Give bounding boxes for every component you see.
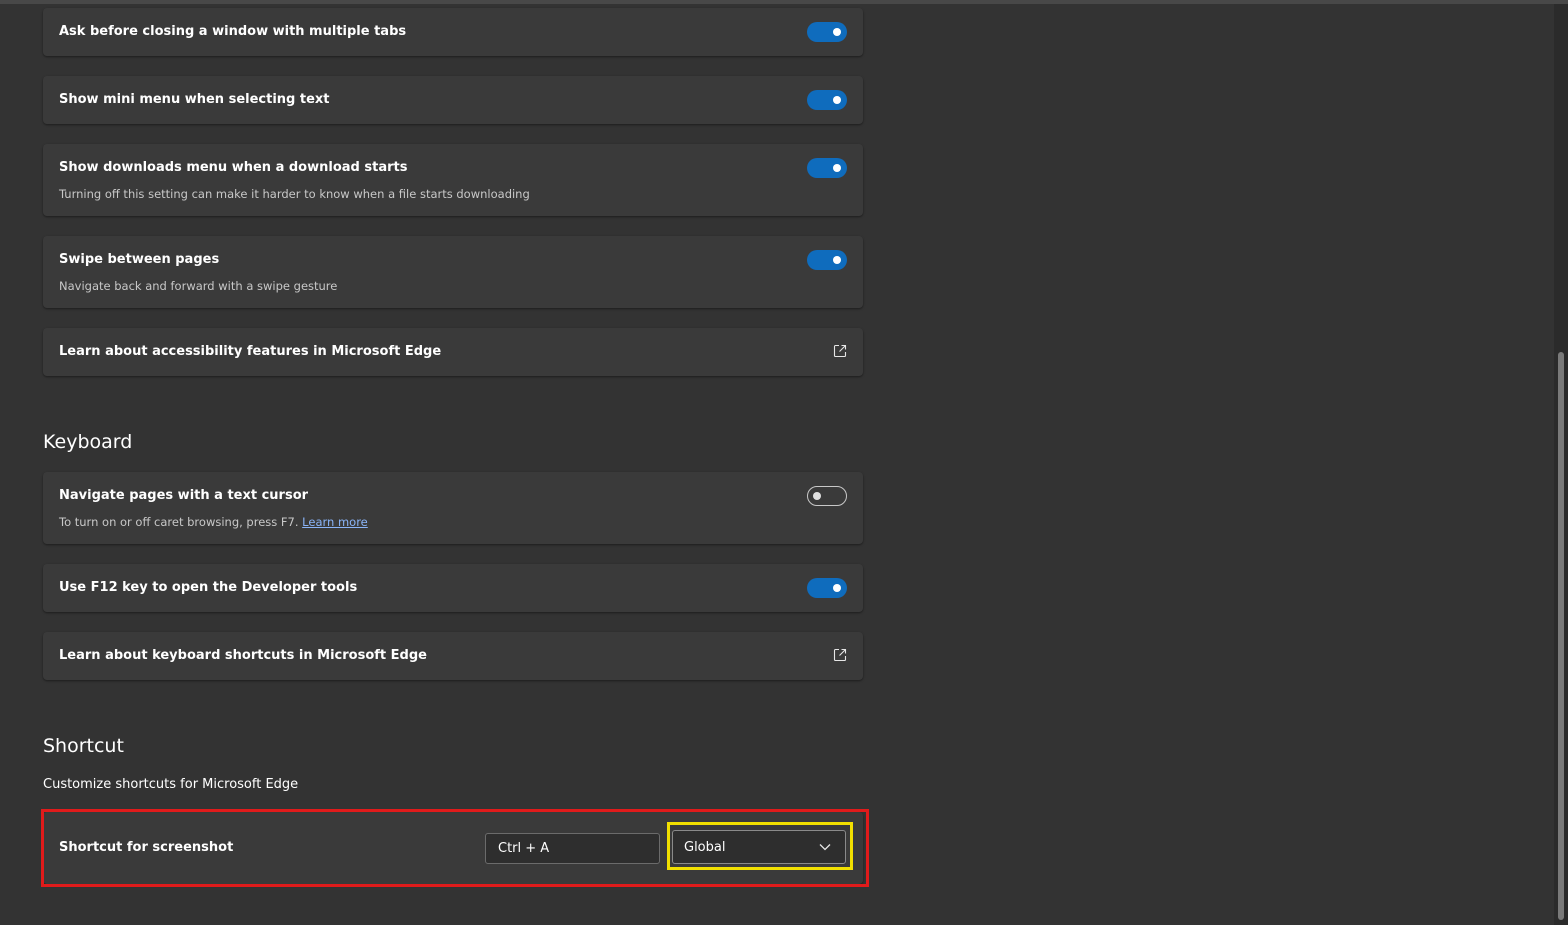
downloads-menu-toggle[interactable] [807,158,847,178]
shortcut-section-heading: Shortcut [43,735,124,757]
window-top-border [0,0,1568,4]
setting-mini-menu: Show mini menu when selecting text [43,76,863,124]
setting-title: Show downloads menu when a download star… [59,160,408,175]
learn-more-link[interactable]: Learn more [302,515,368,529]
link-keyboard-shortcuts[interactable]: Learn about keyboard shortcuts in Micros… [43,632,863,680]
setting-swipe-pages: Swipe between pages Navigate back and fo… [43,236,863,308]
ask-before-closing-toggle[interactable] [807,22,847,42]
mini-menu-toggle[interactable] [807,90,847,110]
setting-description: Navigate back and forward with a swipe g… [59,279,338,293]
setting-title: Navigate pages with a text cursor [59,488,309,503]
setting-description: Turning off this setting can make it har… [59,187,530,201]
setting-description: To turn on or off caret browsing, press … [59,515,368,529]
setting-title: Learn about accessibility features in Mi… [59,344,442,359]
setting-ask-before-closing: Ask before closing a window with multipl… [43,8,863,56]
caret-description-text: To turn on or off caret browsing, press … [59,515,303,529]
highlight-frame-yellow [667,822,853,870]
setting-title: Ask before closing a window with multipl… [59,24,407,39]
external-link-icon [833,344,847,358]
swipe-pages-toggle[interactable] [807,250,847,270]
caret-browsing-toggle[interactable] [807,486,847,506]
setting-downloads-menu: Show downloads menu when a download star… [43,144,863,216]
external-link-icon [833,648,847,662]
shortcut-section-subtitle: Customize shortcuts for Microsoft Edge [43,777,299,792]
setting-f12-devtools: Use F12 key to open the Developer tools [43,564,863,612]
setting-caret-browsing: Navigate pages with a text cursor To tur… [43,472,863,544]
keyboard-section-heading: Keyboard [43,431,133,453]
setting-title: Learn about keyboard shortcuts in Micros… [59,648,427,663]
setting-title: Show mini menu when selecting text [59,92,330,107]
f12-devtools-toggle[interactable] [807,578,847,598]
shortcut-keys-input[interactable]: Ctrl + A [485,833,660,864]
scrollbar-thumb[interactable] [1558,352,1564,920]
setting-title: Swipe between pages [59,252,220,267]
setting-title: Use F12 key to open the Developer tools [59,580,358,595]
link-accessibility-features[interactable]: Learn about accessibility features in Mi… [43,328,863,376]
